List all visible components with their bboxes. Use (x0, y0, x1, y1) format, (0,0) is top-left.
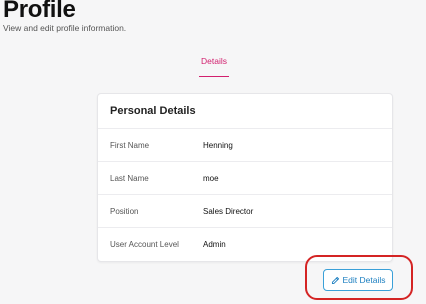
page-subtitle: View and edit profile information. (3, 23, 127, 33)
detail-label: Last Name (110, 173, 149, 183)
detail-label: Position (110, 206, 139, 216)
detail-label: First Name (110, 140, 150, 150)
page-title: Profile (3, 0, 76, 23)
profile-page: Profile View and edit profile informatio… (0, 0, 426, 304)
detail-label: User Account Level (110, 240, 179, 249)
card-title: Personal Details (98, 94, 392, 129)
detail-row-position: Position Sales Director (98, 195, 392, 228)
pencil-icon (331, 276, 340, 285)
edit-details-label: Edit Details (342, 275, 386, 285)
tab-bar: Details (0, 54, 426, 77)
detail-row-last-name: Last Name moe (98, 162, 392, 195)
personal-details-card: Personal Details First Name Henning Last… (97, 93, 393, 262)
tab-details[interactable]: Details (199, 54, 229, 77)
detail-value: Sales Director (203, 206, 254, 216)
highlight-annotation: Edit Details (305, 255, 413, 300)
detail-value: Admin (203, 240, 226, 249)
detail-value: Henning (203, 140, 233, 150)
detail-row-first-name: First Name Henning (98, 129, 392, 162)
detail-value: moe (203, 173, 219, 183)
edit-details-button[interactable]: Edit Details (323, 269, 393, 291)
